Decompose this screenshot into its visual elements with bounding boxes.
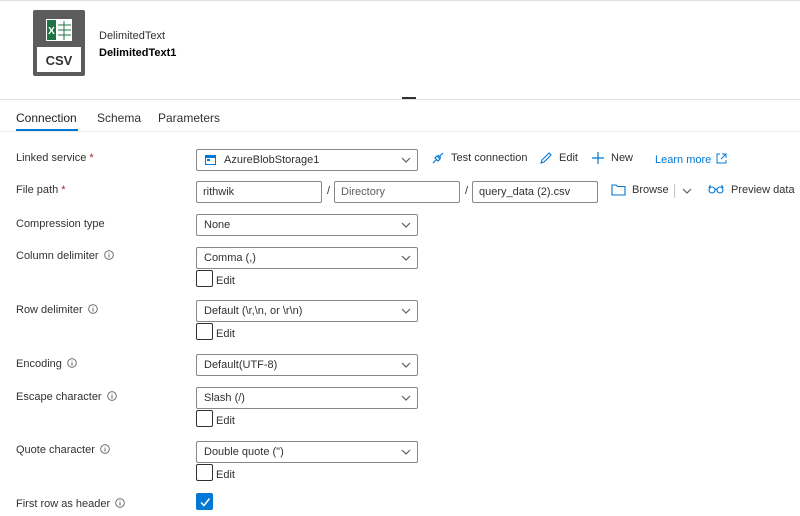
panel-splitter-handle[interactable] [402, 97, 416, 99]
tab-bar: Connection Schema Parameters [0, 100, 800, 132]
encoding-select[interactable]: Default(UTF-8) [196, 354, 418, 376]
quote-character-label: Quote character [16, 444, 110, 456]
dataset-header: X CSV DelimitedText DelimitedText1 [0, 0, 800, 100]
escape-character-label: Escape character [16, 391, 117, 403]
quote-character-value: Double quote (") [204, 446, 284, 458]
encoding-label: Encoding [16, 358, 77, 370]
dataset-name: DelimitedText1 [99, 47, 177, 59]
quote-character-edit-label: Edit [216, 469, 235, 481]
learn-more-link[interactable]: Learn more [655, 153, 727, 166]
first-row-header-checkbox[interactable] [196, 493, 213, 510]
column-delimiter-label: Column delimiter [16, 250, 114, 262]
chevron-down-icon [401, 308, 411, 314]
test-connection-label: Test connection [451, 152, 528, 164]
file-name-input[interactable]: query_data (2).csv [472, 181, 598, 203]
divider [674, 184, 675, 198]
info-icon[interactable] [67, 358, 77, 368]
compression-type-select[interactable]: None [196, 214, 418, 236]
row-delimiter-edit-label: Edit [216, 328, 235, 340]
linked-service-label: Linked service * [16, 152, 94, 164]
tab-schema[interactable]: Schema [97, 111, 141, 125]
column-delimiter-edit-checkbox[interactable] [196, 270, 213, 287]
chevron-down-icon [401, 362, 411, 368]
compression-type-label: Compression type [16, 218, 105, 230]
info-icon[interactable] [115, 498, 125, 508]
path-separator: / [465, 185, 469, 197]
compression-type-value: None [204, 219, 231, 231]
escape-character-edit-label: Edit [216, 415, 235, 427]
csv-icon-text: CSV [46, 53, 73, 68]
chevron-down-icon [401, 222, 411, 228]
encoding-value: Default(UTF-8) [204, 359, 278, 371]
path-separator: / [327, 185, 331, 197]
info-icon[interactable] [103, 250, 114, 260]
browse-button[interactable]: Browse [611, 183, 669, 199]
external-link-icon [716, 153, 727, 164]
row-delimiter-select[interactable]: Default (\r,\n, or \r\n) [196, 300, 418, 322]
container-input[interactable]: rithwik [196, 181, 322, 203]
checkmark-icon [200, 498, 211, 507]
column-delimiter-value: Comma (,) [204, 252, 256, 264]
edit-linked-service-button[interactable]: Edit [539, 151, 581, 167]
row-delimiter-edit-checkbox[interactable] [196, 323, 213, 340]
glasses-icon [708, 184, 724, 194]
linked-service-value: AzureBlobStorage1 [224, 154, 320, 166]
chevron-down-icon [401, 449, 411, 455]
quote-character-select[interactable]: Double quote (") [196, 441, 418, 463]
quote-character-edit-checkbox[interactable] [196, 464, 213, 481]
chevron-down-icon [401, 395, 411, 401]
file-path-label: File path * [16, 184, 66, 196]
chevron-down-icon[interactable] [682, 187, 692, 195]
active-tab-indicator [16, 129, 78, 131]
first-row-header-label: First row as header [16, 498, 125, 510]
tab-connection[interactable]: Connection [16, 111, 77, 125]
folder-icon [611, 184, 626, 196]
column-delimiter-select[interactable]: Comma (,) [196, 247, 418, 269]
column-delimiter-edit-label: Edit [216, 275, 235, 287]
plug-icon [432, 152, 444, 164]
tab-parameters[interactable]: Parameters [158, 111, 220, 125]
chevron-down-icon [401, 157, 411, 163]
preview-data-label: Preview data [731, 184, 795, 196]
required-mark: * [61, 184, 66, 196]
directory-input[interactable]: Directory [334, 181, 460, 203]
pencil-icon [540, 152, 552, 164]
csv-file-icon: X CSV [33, 10, 85, 76]
info-icon[interactable] [106, 391, 117, 401]
row-delimiter-label: Row delimiter [16, 304, 98, 316]
linked-service-select[interactable]: AzureBlobStorage1 [196, 149, 418, 171]
edit-label: Edit [559, 152, 578, 164]
browse-label: Browse [632, 184, 669, 196]
preview-data-button[interactable]: Preview data [708, 183, 798, 199]
test-connection-button[interactable]: Test connection [431, 151, 531, 167]
escape-character-select[interactable]: Slash (/) [196, 387, 418, 409]
dataset-type: DelimitedText [99, 30, 166, 42]
required-mark: * [89, 152, 94, 164]
new-linked-service-button[interactable]: New [591, 151, 637, 167]
escape-character-edit-checkbox[interactable] [196, 410, 213, 427]
info-icon[interactable] [100, 444, 110, 454]
chevron-down-icon [401, 255, 411, 261]
blob-storage-icon [205, 155, 216, 165]
plus-icon [592, 152, 604, 164]
info-icon[interactable] [87, 304, 98, 314]
new-label: New [611, 152, 634, 164]
escape-character-value: Slash (/) [204, 392, 245, 404]
svg-text:X: X [48, 26, 55, 37]
row-delimiter-value: Default (\r,\n, or \r\n) [204, 305, 303, 317]
